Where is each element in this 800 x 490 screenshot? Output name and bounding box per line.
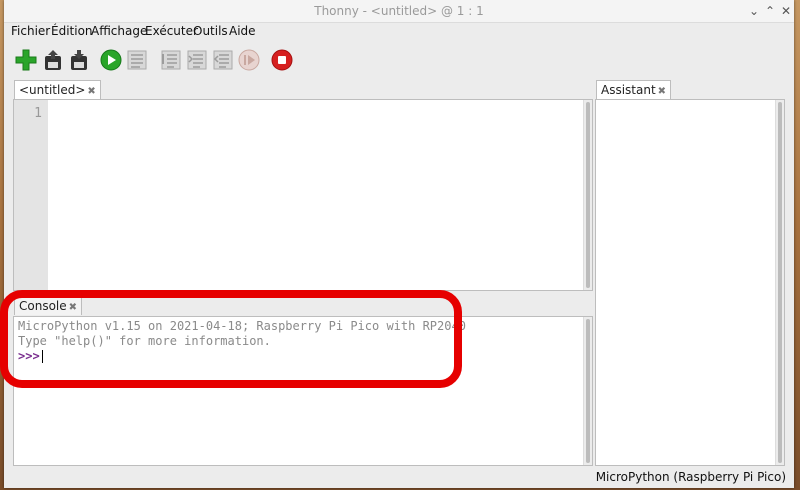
- editor-scrollbar[interactable]: [583, 100, 592, 290]
- console-highlight-annotation: [0, 290, 462, 388]
- assistant-scrollbar[interactable]: [775, 100, 784, 465]
- step-over-icon[interactable]: [159, 48, 183, 72]
- line-number: 1: [34, 106, 42, 121]
- stop-icon[interactable]: [270, 48, 294, 72]
- tab-untitled-label: <untitled>: [19, 83, 86, 97]
- new-file-icon[interactable]: [14, 48, 38, 72]
- open-file-icon[interactable]: [41, 48, 65, 72]
- interpreter-status[interactable]: MicroPython (Raspberry Pi Pico): [596, 470, 786, 484]
- menu-fichier[interactable]: Fichier: [11, 24, 50, 38]
- minimize-button[interactable]: ⌄: [746, 3, 762, 19]
- tab-assistant-label: Assistant: [601, 83, 656, 97]
- tab-assistant[interactable]: Assistant ✖: [596, 80, 672, 99]
- menu-aide[interactable]: Aide: [229, 24, 256, 38]
- run-icon[interactable]: [99, 48, 123, 72]
- toolbar: [4, 44, 794, 78]
- step-into-icon[interactable]: [185, 48, 209, 72]
- line-number-gutter: 1: [14, 100, 48, 290]
- debug-icon[interactable]: [125, 48, 149, 72]
- assistant-panel[interactable]: [595, 99, 785, 466]
- step-out-icon[interactable]: [211, 48, 235, 72]
- menu-outils[interactable]: Outils: [193, 24, 228, 38]
- close-button[interactable]: ✕: [778, 3, 794, 19]
- title-bar: Thonny - <untitled> @ 1 : 1 ⌄ ⌃ ✕: [4, 0, 794, 23]
- menu-bar: Fichier Édition Affichage Exécuter Outil…: [4, 22, 794, 40]
- menu-edition[interactable]: Édition: [51, 24, 93, 38]
- tab-untitled[interactable]: <untitled> ✖: [14, 80, 101, 99]
- console-scrollbar[interactable]: [583, 317, 592, 465]
- resume-icon[interactable]: [237, 48, 261, 72]
- save-file-icon[interactable]: [67, 48, 91, 72]
- code-editor[interactable]: 1: [13, 99, 593, 291]
- close-tab-icon[interactable]: ✖: [87, 86, 95, 97]
- status-bar: MicroPython (Raspberry Pi Pico): [4, 468, 794, 486]
- thonny-window: Thonny - <untitled> @ 1 : 1 ⌄ ⌃ ✕ Fichie…: [4, 0, 794, 488]
- window-title: Thonny - <untitled> @ 1 : 1: [314, 4, 484, 18]
- menu-affichage[interactable]: Affichage: [91, 24, 147, 38]
- close-tab-icon[interactable]: ✖: [658, 86, 666, 97]
- maximize-button[interactable]: ⌃: [762, 3, 778, 19]
- menu-executer[interactable]: Exécuter: [145, 24, 198, 38]
